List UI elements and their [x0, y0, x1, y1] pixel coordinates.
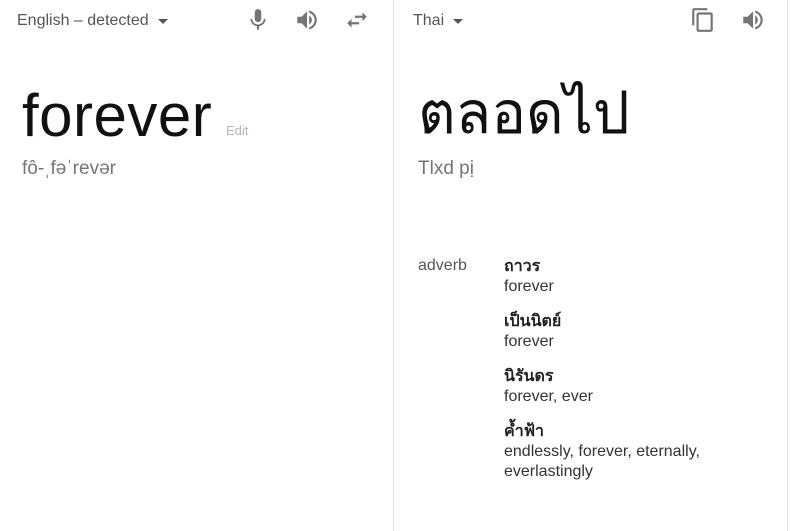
target-language-label: Thai	[413, 12, 445, 29]
target-transliteration: Tlxd pị	[418, 158, 474, 179]
source-transliteration: fô-ˌfəˈrevər	[22, 158, 116, 179]
entry-reverse-translation: forever, ever	[504, 388, 593, 405]
source-language-select[interactable]: English – detected	[17, 12, 168, 30]
source-pane: English – detected forever Edit fô-ˌfəˈr…	[0, 0, 393, 531]
dictionary-entry: เป็นนิตย์ forever	[504, 312, 784, 352]
source-text[interactable]: forever	[22, 82, 212, 150]
entry-reverse-translation: forever	[504, 278, 554, 295]
dictionary-entry: นิรันดร forever, ever	[504, 367, 784, 407]
edit-link[interactable]: Edit	[226, 123, 248, 138]
swap-languages-icon[interactable]	[342, 5, 372, 35]
dropdown-caret-icon	[157, 19, 168, 24]
copy-icon[interactable]	[688, 5, 718, 35]
source-speaker-icon[interactable]	[292, 5, 322, 35]
target-speaker-icon[interactable]	[738, 5, 768, 35]
entry-word[interactable]: เป็นนิตย์	[504, 312, 784, 332]
microphone-icon[interactable]	[243, 5, 273, 35]
dictionary-entry: ถาวร forever	[504, 257, 784, 297]
entry-word[interactable]: ถาวร	[504, 257, 784, 277]
source-language-label: English – detected	[17, 12, 149, 29]
dictionary-entries: ถาวร forever เป็นนิตย์ forever นิรันดร f…	[504, 257, 784, 497]
dropdown-caret-icon	[453, 19, 464, 24]
entry-word[interactable]: ค้ำฟ้า	[504, 422, 784, 442]
translated-text: ตลอดไป	[418, 81, 630, 146]
part-of-speech: adverb	[418, 257, 467, 274]
entry-word[interactable]: นิรันดร	[504, 367, 784, 387]
entry-reverse-translation: endlessly, forever, eternally, everlasti…	[504, 443, 700, 480]
target-language-select[interactable]: Thai	[413, 12, 464, 30]
target-pane: Thai ตลอดไป Tlxd pị adverb ถาวร forever …	[393, 0, 788, 531]
entry-reverse-translation: forever	[504, 333, 554, 350]
dictionary-entry: ค้ำฟ้า endlessly, forever, eternally, ev…	[504, 422, 784, 482]
